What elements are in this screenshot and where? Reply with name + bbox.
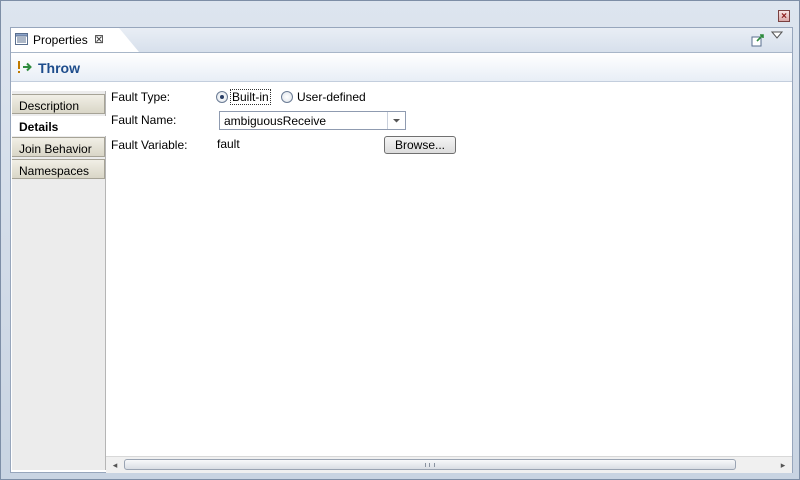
sidebar-item-join-behavior[interactable]: Join Behavior bbox=[12, 137, 105, 157]
view-menu-chevron-down-icon[interactable] bbox=[771, 30, 783, 40]
scroll-right-icon[interactable]: ▸ bbox=[778, 460, 788, 470]
radio-built-in-label[interactable]: Built-in bbox=[230, 89, 271, 105]
fault-variable-value: fault bbox=[217, 137, 240, 151]
fault-variable-label: Fault Variable: bbox=[111, 138, 188, 152]
page-title: Throw bbox=[38, 60, 80, 76]
sidebar-item-description[interactable]: Description bbox=[12, 94, 105, 114]
chevron-down-icon[interactable] bbox=[387, 112, 405, 129]
window-close-icon[interactable]: × bbox=[778, 10, 790, 22]
grip-icon bbox=[425, 463, 435, 467]
scroll-left-icon[interactable]: ◂ bbox=[110, 460, 120, 470]
properties-icon bbox=[15, 33, 28, 45]
property-tabs: Description Details Join Behavior Namesp… bbox=[12, 91, 107, 470]
properties-view: Properties ⊠ Throw Description Details J… bbox=[10, 27, 793, 473]
tab-properties[interactable]: Properties ⊠ bbox=[11, 28, 139, 52]
fault-type-label: Fault Type: bbox=[111, 90, 171, 104]
scrollbar-thumb[interactable] bbox=[124, 459, 736, 470]
pin-view-icon[interactable] bbox=[751, 33, 765, 47]
radio-user-defined[interactable] bbox=[281, 91, 293, 103]
sidebar-item-namespaces[interactable]: Namespaces bbox=[12, 159, 105, 179]
horizontal-scrollbar[interactable]: ◂ ▸ bbox=[106, 456, 792, 473]
browse-button[interactable]: Browse... bbox=[384, 136, 456, 154]
fault-name-value: ambiguousReceive bbox=[224, 114, 327, 128]
fault-name-combo[interactable]: ambiguousReceive bbox=[219, 111, 406, 130]
section-header: Throw bbox=[11, 53, 792, 82]
view-tab-bar: Properties ⊠ bbox=[11, 28, 792, 53]
fault-name-label: Fault Name: bbox=[111, 113, 177, 127]
sidebar-item-details[interactable]: Details bbox=[12, 116, 107, 136]
properties-window: × Properties ⊠ Throw Description Details… bbox=[0, 0, 800, 480]
details-panel: Fault Type: Built-in User-defined Fault … bbox=[106, 82, 792, 456]
tab-properties-label: Properties bbox=[33, 33, 88, 47]
radio-built-in[interactable] bbox=[216, 91, 228, 103]
radio-user-defined-label[interactable]: User-defined bbox=[297, 90, 366, 104]
throw-icon bbox=[18, 61, 32, 73]
tab-close-icon[interactable]: ⊠ bbox=[94, 32, 104, 46]
